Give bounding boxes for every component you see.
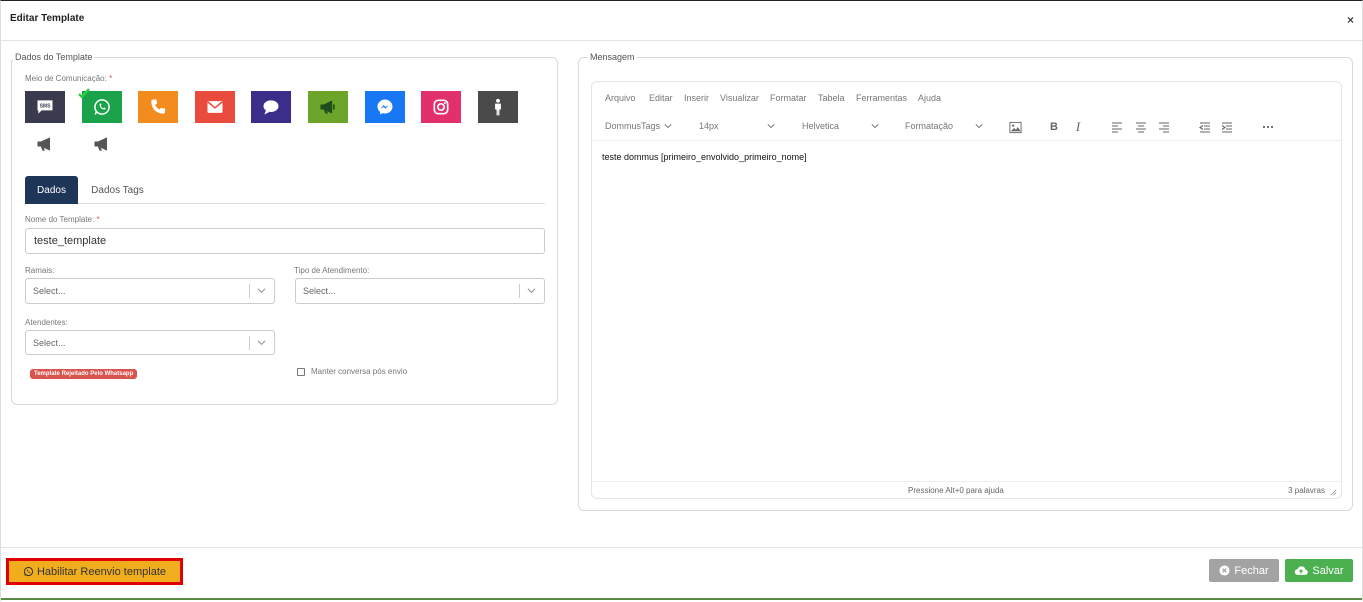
atendentes-select[interactable]: Select...: [25, 330, 275, 355]
template-name-input[interactable]: teste_template: [25, 228, 545, 254]
menu-formatar[interactable]: Formatar: [770, 93, 807, 103]
megaphone-outline-icon[interactable]: [25, 128, 65, 160]
tipo-atendimento-select[interactable]: Select...: [295, 278, 545, 304]
bottom-accent-line: [1, 598, 1362, 600]
message-fieldset: Mensagem Arquivo Editar Inserir Visualiz…: [578, 52, 1353, 511]
image-icon[interactable]: [1006, 118, 1024, 136]
more-icon[interactable]: [1259, 118, 1277, 136]
bold-icon[interactable]: B: [1045, 118, 1063, 136]
editor-menubar: Arquivo Editar Inserir Visualizar Format…: [592, 82, 1341, 112]
menu-ferramentas[interactable]: Ferramentas: [856, 93, 907, 103]
instagram-icon[interactable]: [421, 91, 461, 123]
whatsapp-icon: [23, 566, 34, 577]
tabs: Dados Dados Tags: [25, 176, 545, 204]
keep-conversation-checkbox[interactable]: [297, 368, 305, 376]
align-center-icon[interactable]: [1132, 118, 1150, 136]
chevron-down-icon: [664, 124, 672, 129]
font-family-dropdown[interactable]: Helvetica: [802, 121, 839, 131]
selected-check-icon: [78, 87, 90, 99]
editor-toolbar: DommusTags 14px Helvetica Formatação B I: [592, 112, 1341, 141]
menu-visualizar[interactable]: Visualizar: [720, 93, 759, 103]
format-dropdown[interactable]: Formatação: [905, 121, 953, 131]
sms-icon[interactable]: SMS: [25, 91, 65, 123]
cloud-upload-icon: [1295, 566, 1309, 575]
rich-text-editor: Arquivo Editar Inserir Visualizar Format…: [591, 81, 1342, 499]
italic-icon[interactable]: I: [1069, 118, 1087, 136]
menu-editar[interactable]: Editar: [649, 93, 673, 103]
megaphone-icon[interactable]: [308, 91, 348, 123]
chevron-down-icon: [527, 288, 536, 294]
times-circle-icon: [1219, 565, 1230, 576]
ramais-label: Ramais:: [25, 266, 55, 275]
messenger-icon[interactable]: [365, 91, 405, 123]
person-icon[interactable]: [478, 91, 518, 123]
megaphone-outline-icon-2[interactable]: [82, 128, 122, 160]
chevron-down-icon: [767, 124, 775, 129]
email-icon[interactable]: [195, 91, 235, 123]
align-left-icon[interactable]: [1108, 118, 1126, 136]
align-right-icon[interactable]: [1155, 118, 1173, 136]
keep-conversation-label: Manter conversa pós envio: [311, 367, 408, 376]
template-data-legend: Dados do Template: [13, 52, 95, 62]
save-button[interactable]: Salvar: [1285, 559, 1353, 582]
edit-template-modal: Editar Template × Dados do Template Meio…: [0, 0, 1363, 601]
modal-header: Editar Template ×: [1, 1, 1362, 41]
outdent-icon[interactable]: [1196, 118, 1214, 136]
menu-tabela[interactable]: Tabela: [818, 93, 845, 103]
resize-handle-icon[interactable]: [1330, 489, 1337, 496]
svg-text:SMS: SMS: [40, 103, 52, 109]
template-data-fieldset: Dados do Template Meio de Comunicação: *…: [11, 52, 558, 405]
tab-dados-tags[interactable]: Dados Tags: [85, 176, 150, 204]
chevron-down-icon: [257, 288, 266, 294]
close-icon[interactable]: ×: [1347, 13, 1354, 27]
font-size-dropdown[interactable]: 14px: [699, 121, 719, 131]
chevron-down-icon: [257, 340, 266, 346]
menu-arquivo[interactable]: Arquivo: [605, 93, 636, 103]
menu-ajuda[interactable]: Ajuda: [918, 93, 941, 103]
tab-dados[interactable]: Dados: [25, 176, 78, 204]
enable-resend-button[interactable]: Habilitar Reenvio template: [6, 558, 183, 585]
editor-statusbar: Pressione Alt+0 para ajuda 3 palavras: [592, 481, 1341, 498]
menu-inserir[interactable]: Inserir: [684, 93, 709, 103]
chevron-down-icon: [871, 124, 879, 129]
phone-icon[interactable]: [138, 91, 178, 123]
dommus-tags-dropdown[interactable]: DommusTags: [605, 121, 660, 131]
ramais-select[interactable]: Select...: [25, 278, 275, 304]
word-count: 3 palavras: [1288, 486, 1325, 495]
channel-label: Meio de Comunicação: *: [25, 74, 113, 83]
chevron-down-icon: [975, 124, 983, 129]
tipo-atendimento-label: Tipo de Atendimento:: [294, 266, 370, 275]
status-badge: Template Rejeitado Pelo Whatsapp: [30, 369, 138, 379]
message-legend: Mensagem: [588, 52, 637, 62]
editor-content[interactable]: teste dommus [primeiro_envolvido_primeir…: [602, 152, 807, 162]
help-hint: Pressione Alt+0 para ajuda: [908, 486, 1004, 495]
indent-icon[interactable]: [1218, 118, 1236, 136]
modal-title: Editar Template: [10, 13, 85, 24]
close-button[interactable]: Fechar: [1209, 559, 1279, 582]
atendentes-label: Atendentes:: [25, 318, 68, 327]
template-name-label: Nome do Template: *: [25, 215, 100, 224]
chat-icon[interactable]: [251, 91, 291, 123]
modal-footer: Habilitar Reenvio template Fechar Salvar: [1, 547, 1362, 602]
